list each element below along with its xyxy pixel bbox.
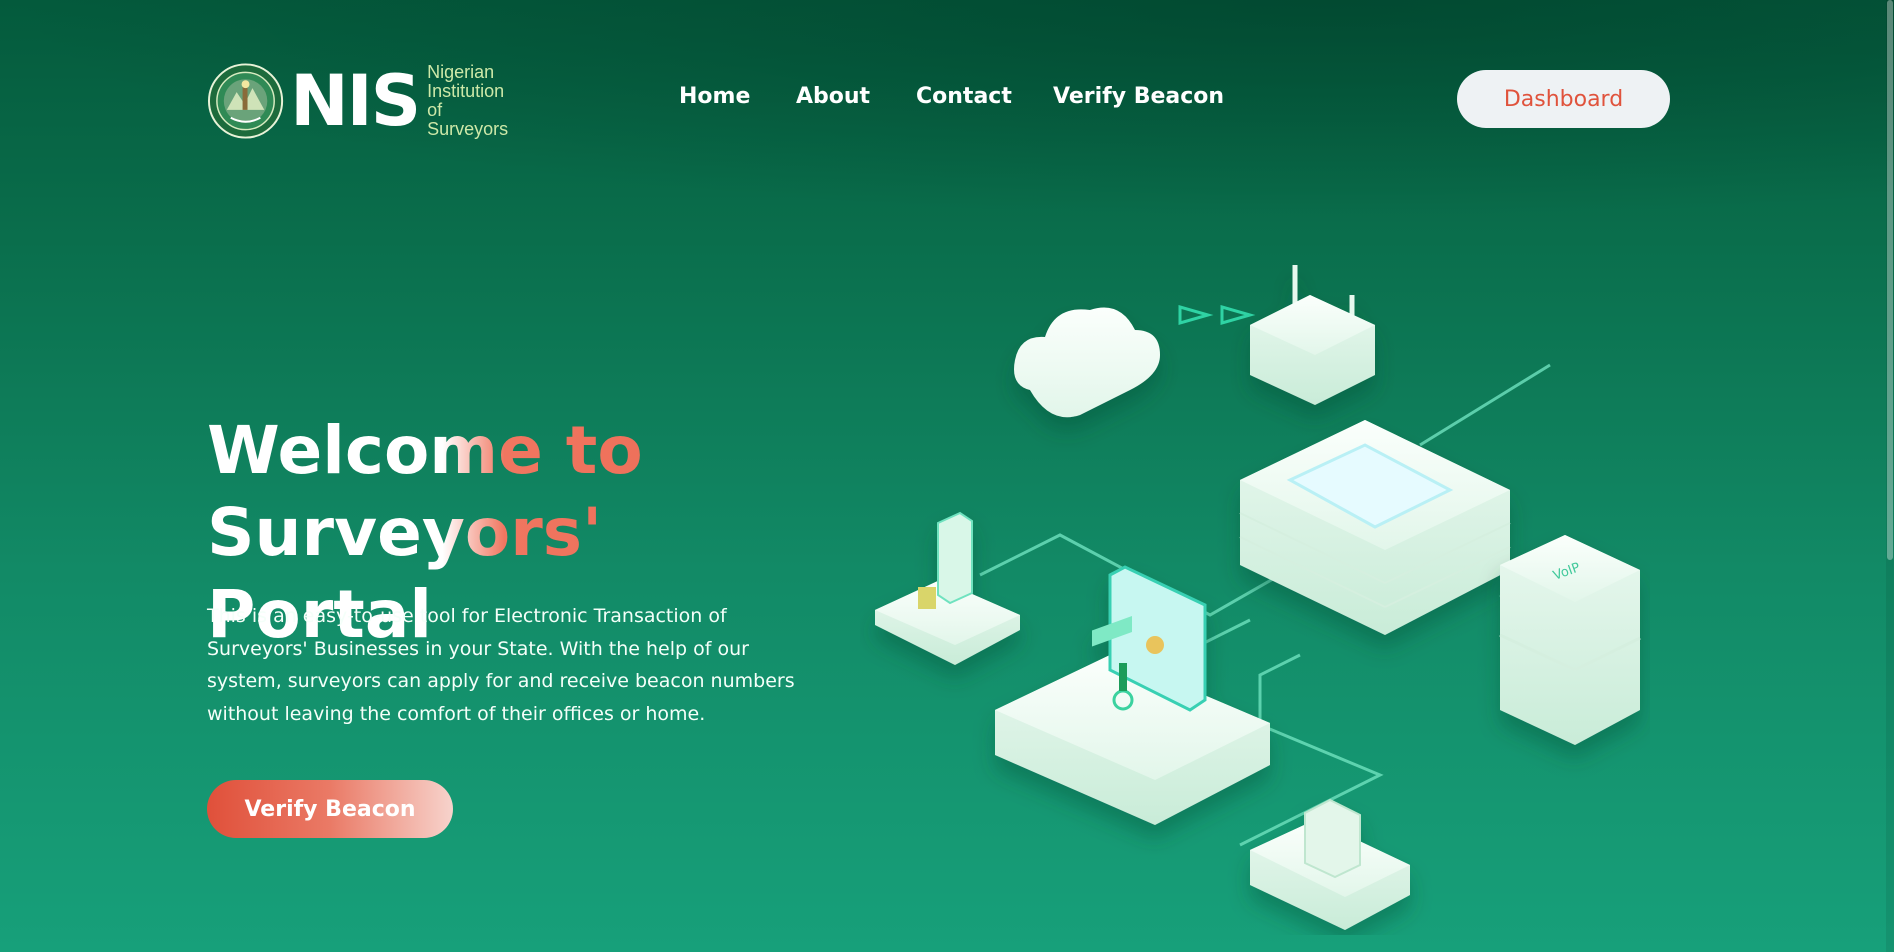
- network-illustration: VoIP: [875, 265, 1641, 930]
- central-server: [1239, 420, 1511, 635]
- voip-server-stack: VoIP: [1499, 535, 1641, 745]
- cloud-icon: [1014, 307, 1160, 418]
- nav-contact-link[interactable]: Contact: [916, 84, 1012, 109]
- building-platform: [1250, 798, 1410, 930]
- logo-name-line: Nigerian: [427, 62, 495, 82]
- page-scrollbar[interactable]: [1886, 0, 1894, 952]
- nis-seal-icon: [207, 63, 284, 139]
- nav-verify-beacon-link[interactable]: Verify Beacon: [1053, 84, 1224, 109]
- hero-description: This is an easy-to-use tool for Electron…: [207, 605, 795, 725]
- router-device: [1250, 265, 1375, 405]
- logo-abbreviation: NIS: [290, 60, 421, 142]
- logo-full-name: Nigerian Institution of Surveyors: [427, 63, 527, 139]
- nav-home-link[interactable]: Home: [679, 84, 750, 109]
- hero-title-line-1: Welcome to: [207, 412, 643, 489]
- data-flow-arrows: [1178, 305, 1256, 325]
- mobile-platform: [875, 511, 1020, 665]
- logo-name-line: Institution: [427, 81, 505, 101]
- verify-beacon-button[interactable]: Verify Beacon: [207, 780, 453, 838]
- nav-about-link[interactable]: About: [796, 84, 870, 109]
- nis-logo[interactable]: NIS Nigerian Institution of Surveyors: [207, 60, 527, 142]
- dashboard-button[interactable]: Dashboard: [1457, 70, 1670, 128]
- scrollbar-thumb[interactable]: [1887, 0, 1893, 560]
- logo-name-line: of Surveyors: [427, 100, 509, 139]
